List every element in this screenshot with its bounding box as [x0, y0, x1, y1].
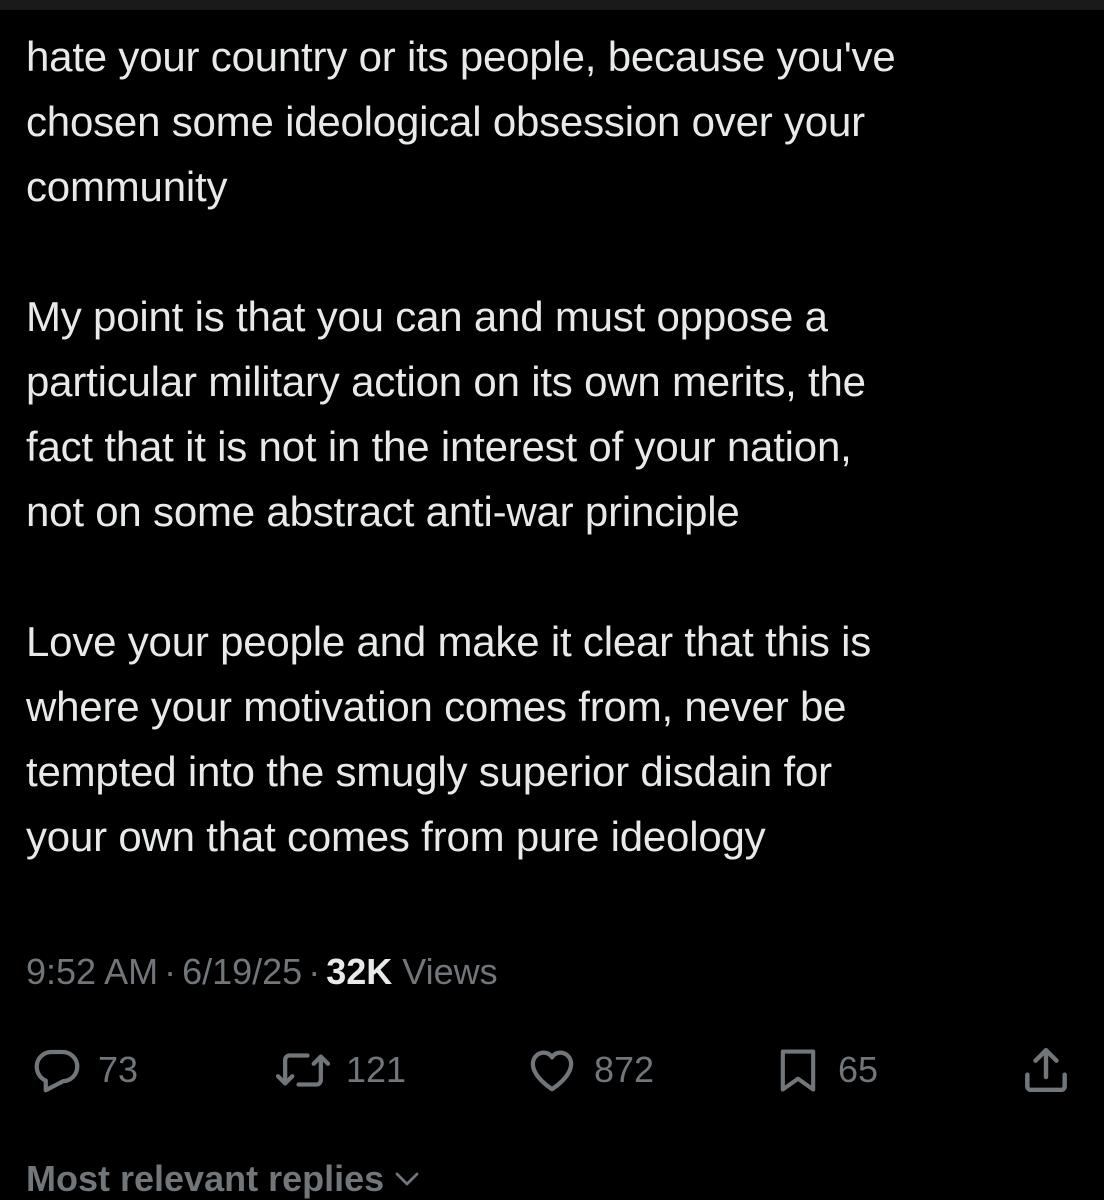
tweet-text: hate your country or its people, because… — [26, 24, 1086, 869]
repost-button[interactable]: 121 — [274, 1040, 406, 1100]
like-count: 872 — [594, 1049, 655, 1090]
bookmark-button[interactable]: 65 — [772, 1040, 878, 1100]
reply-button[interactable]: 73 — [30, 1040, 138, 1100]
like-button[interactable]: 872 — [524, 1040, 654, 1100]
share-icon — [1025, 1047, 1067, 1093]
heart-icon — [530, 1050, 574, 1092]
replies-sort-dropdown[interactable]: Most relevant replies — [26, 1158, 422, 1200]
bookmark-count: 65 — [838, 1049, 879, 1090]
action-bar: 73 121 872 65 — [0, 1040, 1104, 1100]
views-label: Views — [402, 951, 498, 992]
share-button[interactable] — [1018, 1040, 1074, 1100]
top-edge-strip — [0, 0, 1104, 10]
tweet-date[interactable]: 6/19/25 — [182, 951, 302, 992]
reply-count: 73 — [98, 1049, 139, 1090]
separator-dot: · — [308, 951, 321, 992]
tweet-time[interactable]: 9:52 AM — [26, 951, 158, 992]
replies-sort-label: Most relevant replies — [26, 1158, 385, 1199]
tweet-paragraph-2: My point is that you can and must oppose… — [26, 293, 866, 535]
tweet-metadata: 9:52 AM · 6/19/25 · 32K Views — [26, 948, 498, 996]
separator-dot: · — [164, 951, 177, 992]
tweet-paragraph-3: Love your people and make it clear that … — [26, 618, 872, 860]
bookmark-icon — [780, 1049, 816, 1092]
reply-icon — [34, 1049, 80, 1093]
repost-icon — [275, 1053, 331, 1087]
tweet-paragraph-1: hate your country or its people, because… — [26, 33, 896, 210]
chevron-down-icon — [395, 1172, 419, 1186]
views-count[interactable]: 32K — [326, 951, 392, 992]
repost-count: 121 — [346, 1049, 407, 1090]
